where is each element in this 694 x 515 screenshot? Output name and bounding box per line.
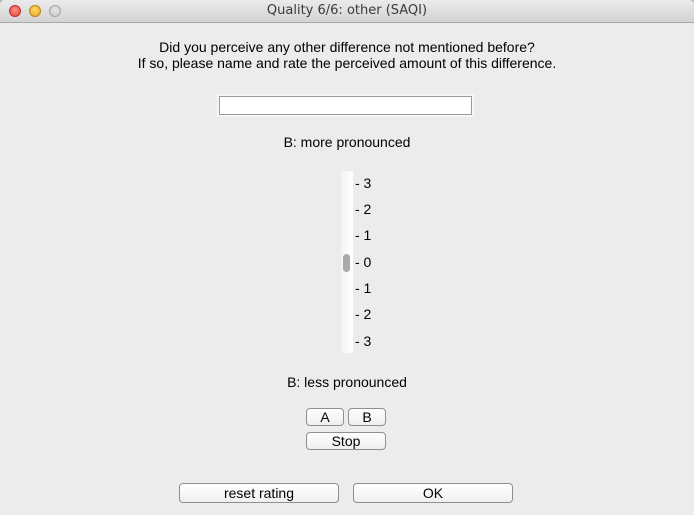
play-a-button[interactable]: A bbox=[306, 408, 344, 426]
scale-top-label: B: more pronounced bbox=[283, 134, 411, 150]
window-title: Quality 6/6: other (SAQI) bbox=[266, 3, 428, 18]
scale-tick: - 1 bbox=[355, 280, 372, 296]
reset-rating-button[interactable]: reset rating bbox=[179, 483, 339, 503]
question-line-1: Did you perceive any other difference no… bbox=[159, 39, 535, 55]
scale-tick: - 1 bbox=[355, 227, 372, 243]
scale-tick: - 3 bbox=[355, 333, 372, 349]
ok-button[interactable]: OK bbox=[353, 483, 513, 503]
question-text: Did you perceive any other difference no… bbox=[0, 39, 694, 71]
question-line-2: If so, please name and rate the perceive… bbox=[137, 55, 557, 71]
rating-slider-knob[interactable] bbox=[343, 254, 350, 272]
rating-window: Quality 6/6: other (SAQI) Did you percei… bbox=[0, 0, 694, 515]
title-bar[interactable]: Quality 6/6: other (SAQI) bbox=[0, 0, 694, 23]
scale-bottom-label: B: less pronounced bbox=[287, 374, 407, 390]
stop-button[interactable]: Stop bbox=[306, 432, 386, 450]
scale-tick: - 0 bbox=[355, 254, 372, 270]
play-b-button[interactable]: B bbox=[348, 408, 386, 426]
difference-name-input[interactable] bbox=[219, 96, 472, 115]
dialog-content: Did you perceive any other difference no… bbox=[0, 23, 694, 515]
scale-tick: - 2 bbox=[355, 201, 372, 217]
scale-tick: - 3 bbox=[355, 175, 372, 191]
scale-tick: - 2 bbox=[355, 306, 372, 322]
